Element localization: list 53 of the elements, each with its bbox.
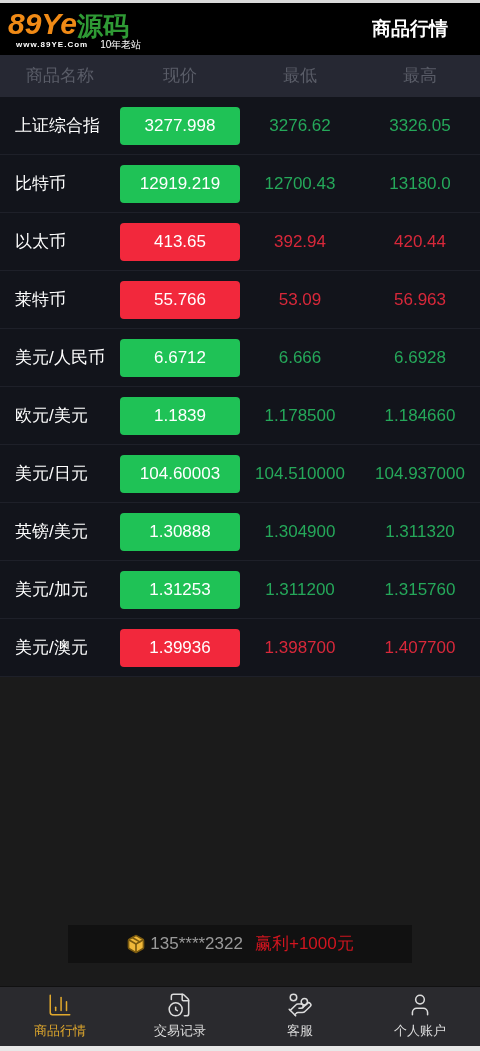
logo-accent: 源码 xyxy=(76,12,129,39)
price-badge: 104.60003 xyxy=(120,454,240,493)
product-name: 美元/人民币 xyxy=(14,346,106,369)
high-price: 1.311320 xyxy=(384,520,456,543)
price-badge: 1.30888 xyxy=(120,512,240,551)
high-price: 3326.05 xyxy=(388,114,452,137)
high-price: 1.407700 xyxy=(383,636,457,659)
low-price: 6.666 xyxy=(277,346,323,369)
high-price: 420.44 xyxy=(393,230,447,253)
high-price: 104.937000 xyxy=(374,462,466,485)
product-name: 美元/加元 xyxy=(14,578,89,601)
price-badge: 12919.219 xyxy=(120,164,240,203)
low-price: 1.178500 xyxy=(263,404,337,427)
tab-item[interactable]: 个人账户 xyxy=(360,987,480,1046)
logo-url: www.89YE.Com xyxy=(16,40,89,49)
logo-slogan: 10年老站 xyxy=(100,39,142,50)
tab-item[interactable]: 商品行情 xyxy=(0,987,120,1046)
product-name: 以太币 xyxy=(14,230,67,253)
low-price: 104.510000 xyxy=(254,462,346,485)
product-name: 比特币 xyxy=(14,172,67,195)
price-badge: 1.39936 xyxy=(120,628,240,667)
price-badge: 3277.998 xyxy=(120,106,240,145)
low-price: 392.94 xyxy=(273,230,327,253)
tab-item[interactable]: 客服 xyxy=(240,987,360,1046)
low-price: 12700.43 xyxy=(263,172,337,195)
product-name: 莱特币 xyxy=(14,288,67,311)
price-badge: 413.65 xyxy=(120,222,240,261)
low-price: 1.398700 xyxy=(263,636,337,659)
logo-text: 89Ye xyxy=(8,8,77,39)
product-name: 英镑/美元 xyxy=(14,520,89,543)
low-price: 53.09 xyxy=(277,288,323,311)
product-name: 美元/日元 xyxy=(14,462,89,485)
user-phone: 135****2322 xyxy=(150,933,243,956)
tab-item[interactable]: 交易记录 xyxy=(120,987,240,1046)
service-icon xyxy=(287,992,313,1019)
low-price: 3276.62 xyxy=(268,114,332,137)
page-title: 商品行情 xyxy=(372,16,448,41)
high-price: 56.963 xyxy=(393,288,447,311)
low-price: 1.311200 xyxy=(264,578,336,601)
price-badge: 1.1839 xyxy=(120,396,240,435)
product-name: 欧元/美元 xyxy=(14,404,89,427)
chart-icon xyxy=(47,992,73,1019)
high-price: 6.6928 xyxy=(393,346,447,369)
price-badge: 1.31253 xyxy=(120,570,240,609)
product-name: 上证综合指 xyxy=(14,114,101,137)
price-badge: 6.6712 xyxy=(120,338,240,377)
price-badge: 55.766 xyxy=(120,280,240,319)
high-price: 1.315760 xyxy=(383,578,457,601)
low-price: 1.304900 xyxy=(263,520,337,543)
high-price: 1.184660 xyxy=(383,404,457,427)
product-name: 美元/澳元 xyxy=(14,636,89,659)
high-price: 13180.0 xyxy=(388,172,452,195)
profit-amount: 赢利+1000元 xyxy=(254,933,354,956)
